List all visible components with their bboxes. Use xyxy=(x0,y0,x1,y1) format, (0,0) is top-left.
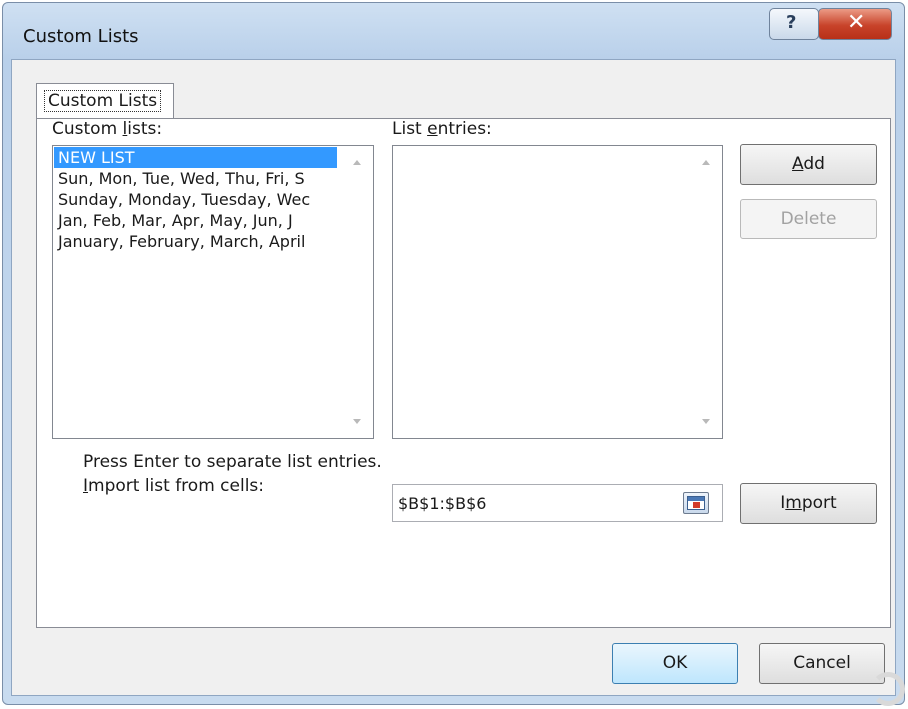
scroll-up-arrow-icon[interactable] xyxy=(702,160,710,165)
ok-button[interactable]: OK xyxy=(612,643,738,684)
import-range-value: $B$1:$B$6 xyxy=(398,494,487,513)
separator-hint: Press Enter to separate list entries. xyxy=(83,452,382,472)
watermark-icon xyxy=(871,672,905,706)
collapse-dialog-icon[interactable] xyxy=(683,492,709,514)
list-item[interactable]: January, February, March, April xyxy=(54,231,337,252)
dialog-title: Custom Lists xyxy=(23,26,139,47)
list-item[interactable]: Sunday, Monday, Tuesday, Wec xyxy=(54,189,337,210)
list-item[interactable]: Sun, Mon, Tue, Wed, Thu, Fri, S xyxy=(54,168,337,189)
import-button[interactable]: Import xyxy=(740,483,877,524)
title-bar[interactable]: Custom Lists ? ✕ xyxy=(3,3,904,59)
custom-lists-dialog: Custom Lists ? ✕ Custom Lists Custom lis… xyxy=(2,2,905,705)
list-entries-label: List entries: xyxy=(392,119,492,139)
list-entries-scrollbar[interactable] xyxy=(690,146,722,438)
dialog-client-area: Custom Lists Custom lists: NEW LIST Sun,… xyxy=(11,59,896,696)
custom-lists-label: Custom lists: xyxy=(52,119,163,139)
cancel-button[interactable]: Cancel xyxy=(759,643,885,684)
add-button[interactable]: Add xyxy=(740,144,877,185)
list-entries-textarea[interactable] xyxy=(392,145,723,439)
list-item[interactable]: Jan, Feb, Mar, Apr, May, Jun, J xyxy=(54,210,337,231)
scroll-down-arrow-icon[interactable] xyxy=(702,419,710,424)
list-item[interactable]: NEW LIST xyxy=(54,147,337,168)
close-button[interactable]: ✕ xyxy=(818,8,892,40)
scroll-up-arrow-icon[interactable] xyxy=(353,160,361,165)
tab-custom-lists[interactable]: Custom Lists xyxy=(36,83,174,119)
custom-lists-listbox[interactable]: NEW LIST Sun, Mon, Tue, Wed, Thu, Fri, S… xyxy=(52,145,374,439)
import-list-label: Import list from cells: xyxy=(83,476,265,496)
custom-lists-items: NEW LIST Sun, Mon, Tue, Wed, Thu, Fri, S… xyxy=(54,147,337,252)
help-icon: ? xyxy=(786,12,797,33)
tab-panel: Custom lists: NEW LIST Sun, Mon, Tue, We… xyxy=(36,118,891,628)
scroll-down-arrow-icon[interactable] xyxy=(353,419,361,424)
import-range-input[interactable]: $B$1:$B$6 xyxy=(392,484,723,522)
delete-button[interactable]: Delete xyxy=(740,199,877,239)
tab-label: Custom Lists xyxy=(44,90,162,112)
close-icon: ✕ xyxy=(847,10,866,35)
help-button[interactable]: ? xyxy=(769,8,819,40)
custom-lists-scrollbar[interactable] xyxy=(341,146,373,438)
